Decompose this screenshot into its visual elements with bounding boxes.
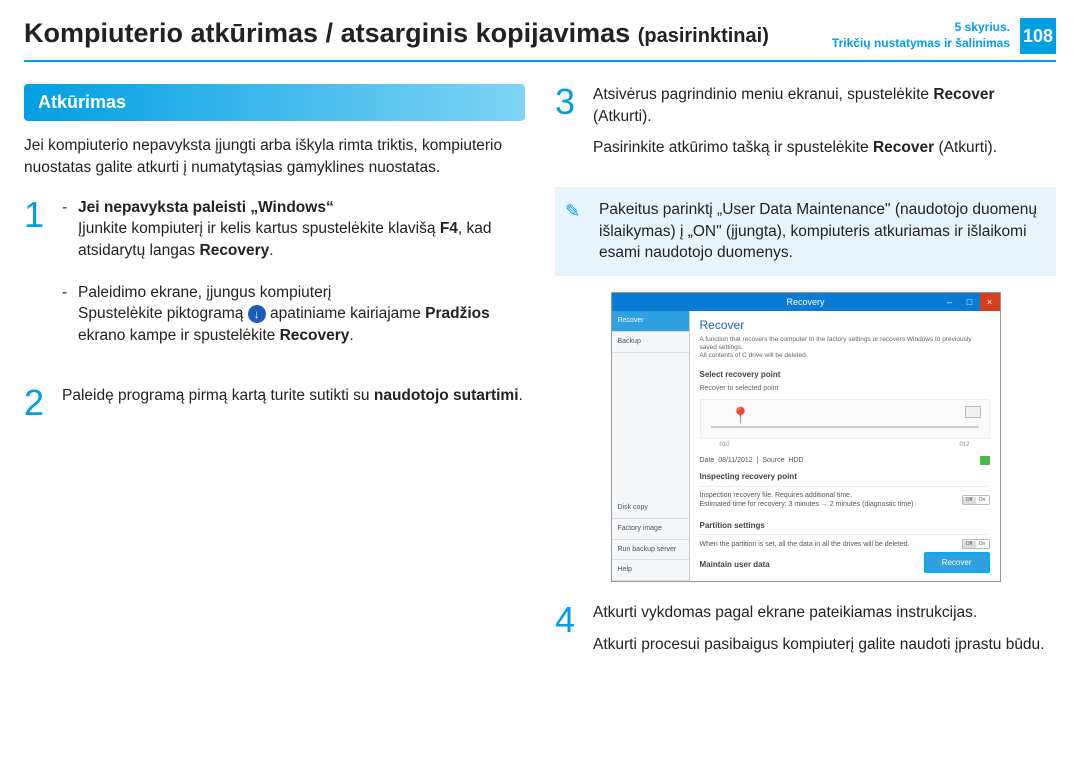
ss-titlebar: Recovery –□ × (612, 293, 1000, 311)
ss-sect-inspect: Inspecting recovery point (700, 471, 990, 482)
ss-sidebar: Recover Backup Disk copy Factory image R… (612, 311, 690, 581)
page-header: Kompiuterio atkūrimas / atsarginis kopij… (24, 18, 1056, 62)
bullet-title: Paleidimo ekrane, įjungus kompiuterį (78, 282, 525, 304)
step4-p1: Atkurti vykdomas pagal ekrane pateikiama… (593, 602, 1056, 624)
step-1: 1 - Jei nepavyksta paleisti „Windows“ Įj… (24, 197, 525, 367)
home-icon (965, 406, 981, 418)
step-body: Atkurti vykdomas pagal ekrane pateikiama… (593, 602, 1056, 665)
step3-p2: Pasirinkite atkūrimo tašką ir spustelėki… (593, 137, 1056, 159)
ss-timeline-line (711, 426, 979, 428)
step-body: - Jei nepavyksta paleisti „Windows“ Įjun… (62, 197, 525, 367)
ss-side-diskcopy: Disk copy (612, 498, 689, 519)
pin-icon: 📍 (731, 406, 751, 428)
step4-p2: Atkurti procesui pasibaigus kompiuterį g… (593, 634, 1056, 656)
bullet-2: - Paleidimo ekrane, įjungus kompiuterį S… (62, 282, 525, 357)
bullet-title: Jei nepavyksta paleisti „Windows“ (78, 199, 334, 216)
down-arrow-icon: ↓ (248, 305, 266, 323)
ss-side-help: Help (612, 560, 689, 581)
recovery-app-screenshot: Recovery –□ × Recover Backup Disk copy F… (611, 292, 1001, 582)
page-number: 108 (1020, 18, 1056, 54)
title-sub: (pasirinktinai) (638, 25, 769, 47)
ss-info-row: Date 08/11/2012 | Source HDD (700, 456, 990, 466)
close-icon: × (980, 293, 1000, 311)
page-title: Kompiuterio atkūrimas / atsarginis kopij… (24, 18, 769, 49)
ss-side-recover: Recover (612, 311, 689, 332)
step-number: 3 (555, 84, 583, 169)
ss-title: Recovery (786, 297, 824, 307)
step-2: 2 Paleidę programą pirmą kartą turite su… (24, 385, 525, 421)
step-number: 4 (555, 602, 583, 665)
step-number: 1 (24, 197, 52, 367)
content-columns: Atkūrimas Jei kompiuterio nepavyksta įju… (24, 84, 1056, 684)
ss-main-desc: A function that recovers the computer to… (700, 336, 990, 359)
dash: - (62, 282, 72, 357)
step-body: Atsivėrus pagrindinio meniu ekranui, spu… (593, 84, 1056, 169)
chapter-line2: Trikčių nustatymas ir šalinimas (832, 36, 1010, 52)
step-3: 3 Atsivėrus pagrindinio meniu ekranui, s… (555, 84, 1056, 169)
ss-side-backup: Backup (612, 332, 689, 353)
ss-main-title: Recover (700, 317, 990, 334)
bullet-content: Paleidimo ekrane, įjungus kompiuterį Spu… (78, 282, 525, 357)
dash: - (62, 197, 72, 272)
ss-timeline: 📍 (700, 399, 990, 439)
bullet-para: Įjunkite kompiuterį ir kelis kartus spus… (78, 218, 525, 261)
step3-p1: Atsivėrus pagrindinio meniu ekranui, spu… (593, 84, 1056, 127)
note-box: ✎ Pakeitus parinktį „User Data Maintenan… (555, 187, 1056, 276)
ss-partition-text: When the partition is set, all the data … (700, 540, 910, 550)
bullet-1: - Jei nepavyksta paleisti „Windows“ Įjun… (62, 197, 525, 272)
minimize-icon: – (940, 293, 960, 311)
ss-minmax: –□ (940, 293, 980, 311)
header-right: 5 skyrius. Trikčių nustatymas ir šalinim… (832, 18, 1056, 54)
chapter-line1: 5 skyrius. (832, 20, 1010, 36)
intro-text: Jei kompiuterio nepavyksta įjungti arba … (24, 135, 525, 178)
note-text: Pakeitus parinktį „User Data Maintenance… (599, 201, 1037, 261)
green-badge (980, 456, 990, 466)
ss-main: Recover A function that recovers the com… (690, 311, 1000, 581)
ss-row-inspect: Inspection recovery file. Requires addit… (700, 486, 990, 515)
ss-side-runbackup: Run backup server (612, 540, 689, 561)
note-icon: ✎ (565, 199, 580, 224)
step-4: 4 Atkurti vykdomas pagal ekrane pateikia… (555, 602, 1056, 665)
left-column: Atkūrimas Jei kompiuterio nepavyksta įju… (24, 84, 525, 684)
right-column: 3 Atsivėrus pagrindinio meniu ekranui, s… (555, 84, 1056, 684)
ss-sub-select: Recover to selected point (700, 384, 990, 394)
ss-toggle-partition: OffOn (962, 539, 990, 549)
step-number: 2 (24, 385, 52, 421)
bullet-para: Spustelėkite piktogramą ↓ apatiniame kai… (78, 303, 525, 346)
ss-tl-labels: 010 012 (700, 441, 990, 449)
ss-body: Recover Backup Disk copy Factory image R… (612, 311, 1000, 581)
chapter-info: 5 skyrius. Trikčių nustatymas ir šalinim… (832, 20, 1010, 51)
ss-spacer (612, 353, 689, 498)
ss-sect-select: Select recovery point (700, 369, 990, 380)
ss-row-partition: When the partition is set, all the data … (700, 534, 990, 553)
step-body: Paleidę programą pirmą kartą turite suti… (62, 385, 525, 421)
section-heading: Atkūrimas (24, 84, 525, 121)
title-main: Kompiuterio atkūrimas / atsarginis kopij… (24, 18, 630, 48)
ss-toggle-inspect: OffOn (962, 495, 990, 505)
ss-recover-button: Recover (924, 552, 990, 573)
ss-inspect-text: Inspection recovery file. Requires addit… (700, 491, 914, 511)
maximize-icon: □ (960, 293, 980, 311)
bullet-content: Jei nepavyksta paleisti „Windows“ Įjunki… (78, 197, 525, 272)
ss-sect-partition: Partition settings (700, 520, 990, 531)
ss-side-factory: Factory image (612, 519, 689, 540)
